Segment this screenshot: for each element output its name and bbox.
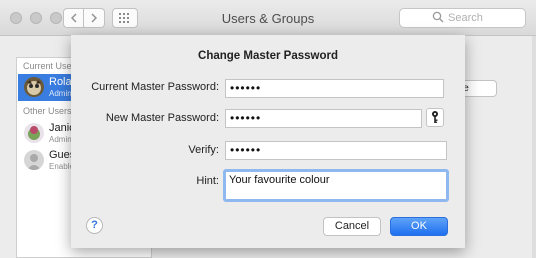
change-master-password-sheet: Change Master Password Current Master Pa…: [71, 35, 465, 248]
search-input[interactable]: Search: [399, 8, 526, 28]
search-placeholder: Search: [448, 12, 483, 24]
verify-label: Verify:: [188, 144, 219, 156]
search-icon: [432, 11, 444, 23]
new-password-field[interactable]: ••••••: [225, 109, 422, 128]
window-titlebar: Users & Groups Search: [0, 0, 536, 36]
other-users-header: Other Users: [23, 106, 72, 116]
avatar: [24, 150, 44, 170]
user-role: Admin: [49, 135, 72, 144]
avatar: [24, 77, 44, 97]
key-icon: [432, 111, 438, 123]
user-role: Admin: [49, 89, 72, 98]
avatar: [24, 123, 44, 143]
current-password-label: Current Master Password:: [91, 81, 219, 93]
new-password-label: New Master Password:: [105, 112, 219, 124]
password-assistant-button[interactable]: [426, 108, 444, 127]
verify-password-field[interactable]: ••••••: [225, 141, 447, 160]
hint-field[interactable]: Your favourite colour: [223, 169, 449, 202]
cancel-button[interactable]: Cancel: [323, 217, 381, 236]
help-button[interactable]: ?: [86, 217, 103, 234]
ok-button[interactable]: OK: [390, 217, 448, 236]
dialog-title: Change Master Password: [198, 50, 338, 62]
current-password-field[interactable]: ••••••: [225, 79, 444, 98]
current-user-header: Current User: [23, 61, 75, 71]
window-edge: [532, 36, 536, 258]
hint-label: Hint:: [196, 175, 219, 187]
